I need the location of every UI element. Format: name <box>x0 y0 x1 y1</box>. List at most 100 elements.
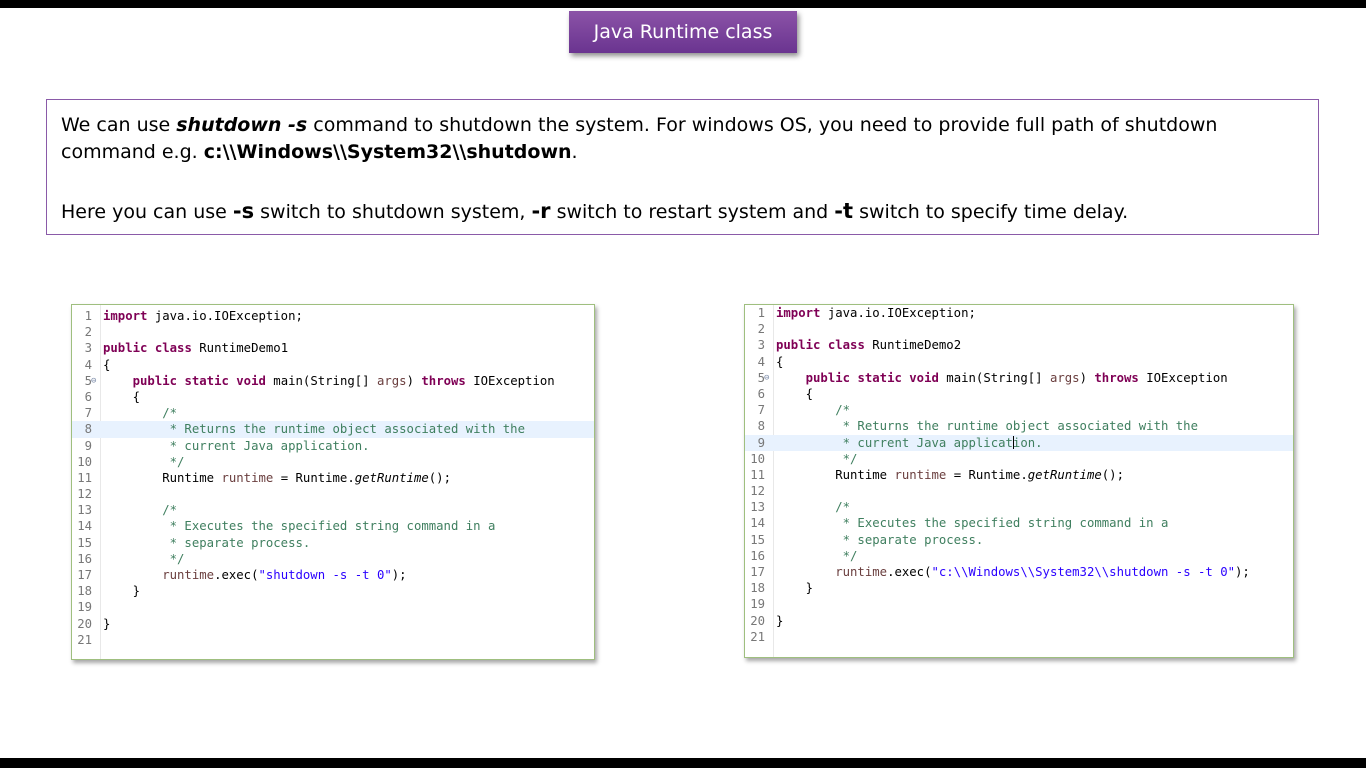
keyword: public <box>103 341 148 356</box>
code-line[interactable]: 17 runtime.exec("c:\\Windows\\System32\\… <box>745 564 1293 580</box>
code-line[interactable]: 6 { <box>72 389 594 405</box>
code-text: (); <box>1101 467 1124 482</box>
text: Here you can use <box>61 201 233 223</box>
code-line[interactable]: 19 <box>745 596 1293 612</box>
code-text: main(String[] <box>938 370 1050 385</box>
code-line[interactable]: 17 runtime.exec("shutdown -s -t 0"); <box>72 567 594 583</box>
code-text: java.io.IOException; <box>147 309 303 323</box>
code-line[interactable]: 21 <box>745 629 1293 645</box>
text: switch to restart system and <box>550 201 835 223</box>
code-line[interactable]: 5 ⊖ public static void main(String[] args… <box>745 370 1293 386</box>
line-number: 14 <box>77 519 92 534</box>
line-number: 16 <box>77 551 92 566</box>
code-line[interactable]: 2 <box>745 321 1293 337</box>
code-line[interactable]: 12 <box>72 486 594 502</box>
line-number: 19 <box>750 597 765 612</box>
variable: runtime <box>776 565 888 579</box>
code-line[interactable]: 16 */ <box>72 551 594 567</box>
code-line[interactable]: 15 * separate process. <box>72 535 594 551</box>
line-number: 12 <box>77 487 92 502</box>
code-line[interactable]: 21 <box>72 632 594 648</box>
code-text: { <box>103 357 111 372</box>
description-paragraph-2: Here you can use -s switch to shutdown s… <box>61 198 1304 226</box>
parameter: args <box>1049 370 1080 385</box>
code-line[interactable]: 6 { <box>745 386 1293 402</box>
code-line[interactable]: 18 } <box>72 583 594 599</box>
code-text: IOException <box>465 373 555 388</box>
keyword: public <box>805 370 851 385</box>
code-line[interactable]: 10 */ <box>72 454 594 470</box>
code-line[interactable]: 7 /* <box>72 405 594 421</box>
line-number: 13 <box>77 503 92 518</box>
code-line[interactable]: 7 /* <box>745 402 1293 418</box>
keyword: throws <box>1094 370 1139 385</box>
code-line[interactable]: 13 /* <box>72 502 594 518</box>
description-paragraph-1: We can use shutdown -s command to shutdo… <box>61 112 1304 166</box>
code-line[interactable]: 3 public class RuntimeDemo2 <box>745 337 1293 353</box>
variable: runtime <box>894 467 947 482</box>
line-number: 21 <box>77 632 92 647</box>
code-line[interactable]: 3 public class RuntimeDemo1 <box>72 340 594 356</box>
code-line[interactable]: 14 * Executes the specified string comma… <box>72 518 594 534</box>
comment: /* <box>103 503 178 518</box>
code-line[interactable]: 20} <box>745 613 1293 629</box>
keyword: import <box>776 306 821 320</box>
keyword: public <box>132 373 178 388</box>
code-text: } <box>776 581 814 596</box>
code-line[interactable]: 2 <box>72 324 594 340</box>
code-text: ) <box>406 373 422 388</box>
code-line[interactable]: 20} <box>72 616 594 632</box>
code-text: ); <box>391 568 407 582</box>
comment: */ <box>103 454 185 469</box>
line-number: 8 <box>757 419 765 434</box>
comment: /* <box>776 500 851 515</box>
comment: * Returns the runtime object associated … <box>776 419 1198 434</box>
line-number: 21 <box>750 629 765 644</box>
comment: /* <box>103 406 178 421</box>
code-text: Runtime <box>103 470 222 485</box>
code-line-highlighted[interactable]: 8 * Returns the runtime object associate… <box>72 421 594 438</box>
code-line-highlighted[interactable]: 9 * current Java application. <box>745 434 1293 451</box>
code-line[interactable]: 10 */ <box>745 451 1293 467</box>
code-line[interactable]: 9 * current Java application. <box>72 438 594 454</box>
code-text: IOException <box>1138 370 1228 385</box>
code-line[interactable]: 15 * separate process. <box>745 532 1293 548</box>
line-number: 19 <box>77 600 92 615</box>
code-line[interactable]: 19 <box>72 599 594 615</box>
code-line[interactable]: 12 <box>745 483 1293 499</box>
code-line[interactable]: 11 Runtime runtime = Runtime.getRuntime(… <box>745 467 1293 483</box>
slide-title: Java Runtime class <box>569 11 797 53</box>
line-number: 9 <box>84 438 92 453</box>
code-line[interactable]: 5 ⊖ public static void main(String[] args… <box>72 373 594 389</box>
line-number: 1 <box>84 309 92 323</box>
code-line[interactable]: 1 import java.io.IOException; <box>745 305 1293 321</box>
fold-collapse-icon[interactable]: ⊖ <box>91 373 96 389</box>
line-number: 12 <box>750 484 765 499</box>
code-line[interactable]: 16 */ <box>745 548 1293 564</box>
line-number: 15 <box>750 532 765 547</box>
variable: runtime <box>103 568 215 582</box>
code-text: = Runtime. <box>273 470 355 485</box>
code-text: { <box>776 354 784 369</box>
code-line[interactable]: 4{ <box>745 354 1293 370</box>
line-number: 20 <box>750 613 765 628</box>
code-line[interactable]: 4{ <box>72 357 594 373</box>
line-number: 4 <box>757 354 765 369</box>
comment: * Executes the specified string command … <box>776 516 1169 531</box>
fold-collapse-icon[interactable]: ⊖ <box>764 370 769 386</box>
line-number: 3 <box>84 341 92 356</box>
code-line[interactable]: 14 * Executes the specified string comma… <box>745 515 1293 531</box>
code-line[interactable]: 18 } <box>745 580 1293 596</box>
code-text: .exec( <box>887 565 932 579</box>
flag-s: -s <box>232 199 255 223</box>
code-editor-panel-2[interactable]: 1 import java.io.IOException; 2 3 public c… <box>744 304 1294 658</box>
code-text: } <box>776 613 784 628</box>
code-editor-panel-1[interactable]: 1 import java.io.IOException; 2 3 public c… <box>71 304 595 660</box>
code-line[interactable]: 13 /* <box>745 499 1293 515</box>
code-line[interactable]: 8 * Returns the runtime object associate… <box>745 418 1293 434</box>
code-line[interactable]: 11 Runtime runtime = Runtime.getRuntime(… <box>72 470 594 486</box>
keyword: public <box>776 338 821 353</box>
code-text: main(String[] <box>265 373 377 388</box>
code-line[interactable]: 1 import java.io.IOException; <box>72 308 594 324</box>
string-literal: "c:\\Windows\\System32\\shutdown -s -t 0… <box>931 565 1236 579</box>
